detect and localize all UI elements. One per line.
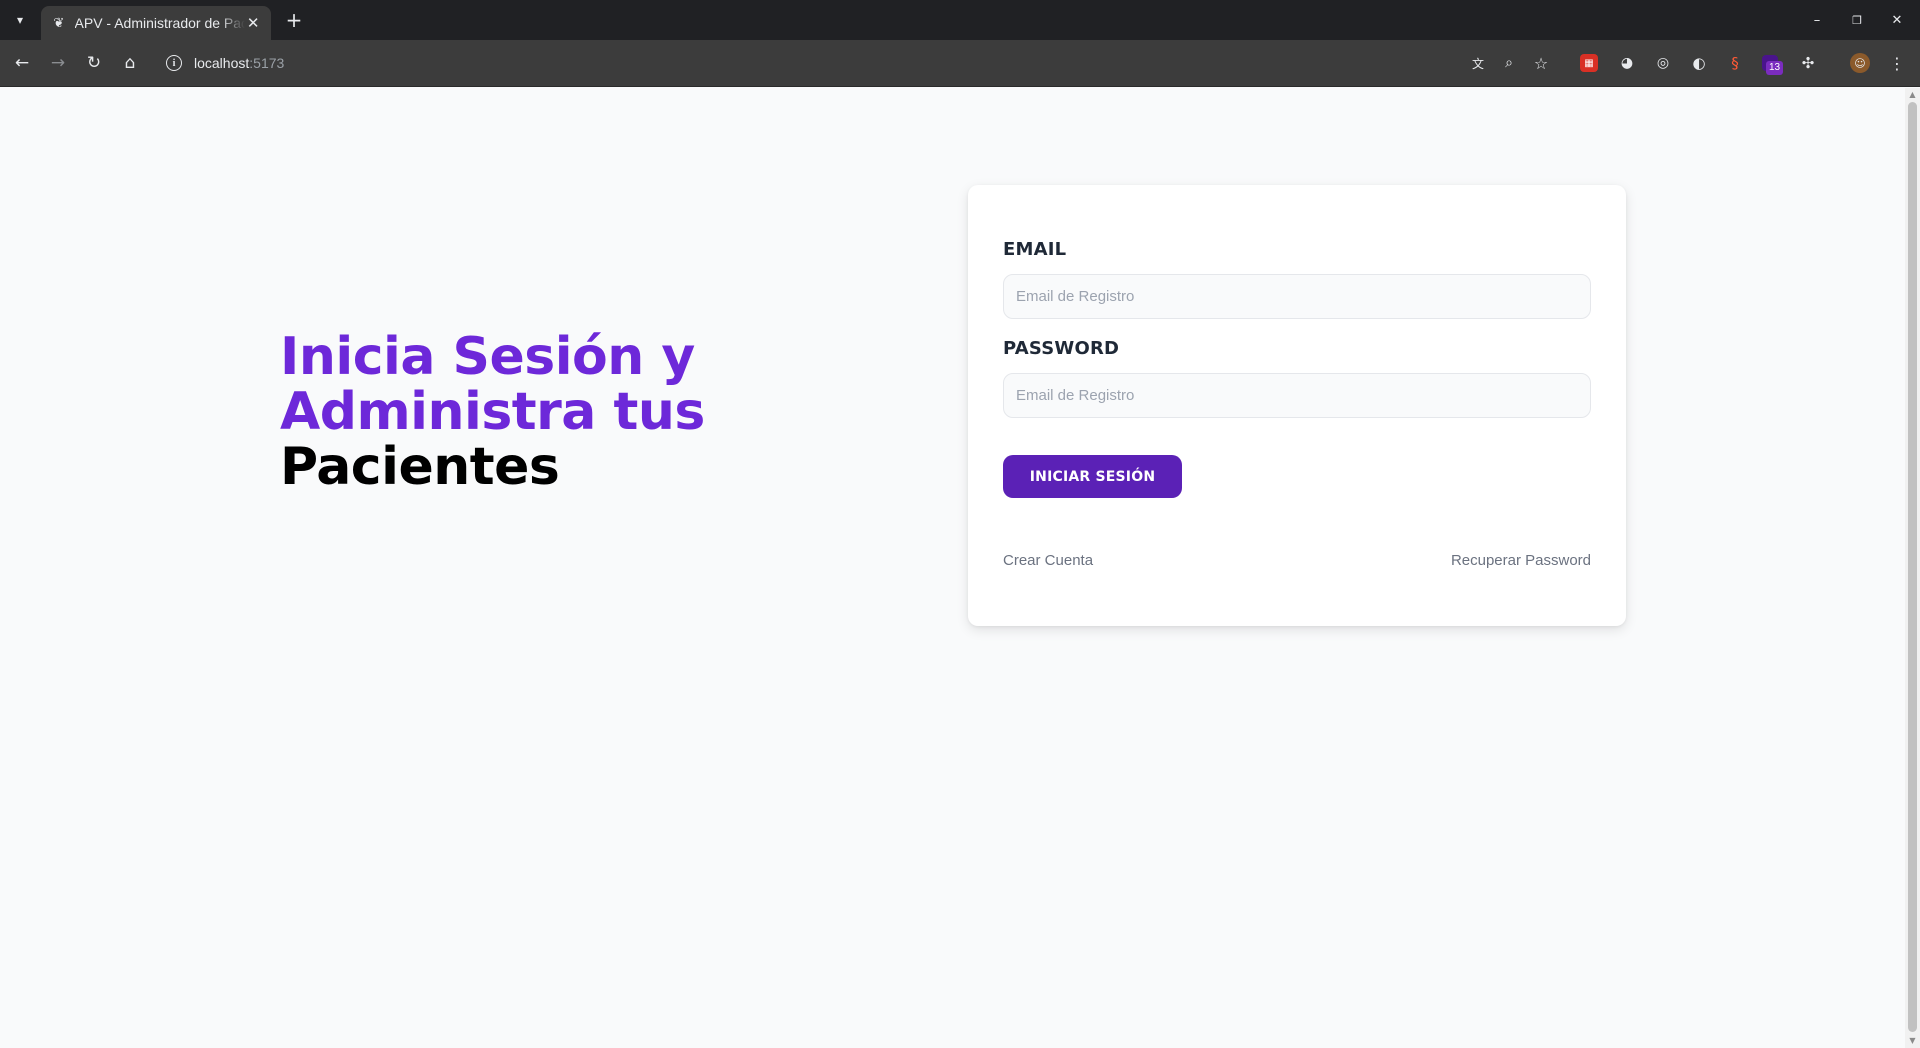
page-title: Inicia Sesión y Administra tus Pacientes [280,330,960,495]
home-button[interactable]: ⌂ [118,51,142,75]
login-button[interactable]: INICIAR SESIÓN [1003,455,1182,498]
hero-heading: Inicia Sesión y Administra tus Pacientes [280,330,960,495]
site-info-icon[interactable]: i [166,55,182,71]
page-scrollbar[interactable]: ▲ ▼ [1905,88,1920,1048]
minimize-window-button[interactable]: – [1805,8,1829,32]
forward-button[interactable]: → [46,51,70,75]
browser-menu-icon[interactable]: ⋮ [1886,52,1908,74]
extension-svelte-icon[interactable]: § [1724,52,1746,74]
password-label: PASSWORD [1003,338,1120,359]
tab-search-button[interactable]: ▾ [8,8,32,32]
new-tab-button[interactable]: + [282,8,306,32]
translate-icon[interactable]: 文 [1467,52,1489,74]
close-tab-icon[interactable]: ✕ [245,14,261,32]
tab-strip: ▾ ❦ APV - Administrador de Pacientes ✕ +… [0,0,1920,40]
url-host: localhost [194,55,250,71]
extensions-puzzle-icon[interactable]: ✣ [1797,52,1819,74]
profile-avatar[interactable]: ☺ [1850,53,1870,73]
email-input[interactable] [1003,274,1591,319]
scrollbar-thumb[interactable] [1908,102,1917,1032]
back-button[interactable]: ← [10,51,34,75]
active-tab[interactable]: ❦ APV - Administrador de Pacientes ✕ [41,6,271,40]
restore-window-button[interactable]: ❐ [1845,8,1869,32]
reload-button[interactable]: ↻ [82,51,106,75]
scroll-up-arrow-icon[interactable]: ▲ [1908,90,1917,99]
password-input[interactable] [1003,373,1591,418]
zoom-icon[interactable]: ⌕ [1498,52,1520,74]
address-bar[interactable]: i localhost:5173 [160,45,1430,81]
scroll-down-arrow-icon[interactable]: ▼ [1908,1036,1917,1045]
bookmark-star-icon[interactable]: ☆ [1530,52,1552,74]
extension-circle-icon[interactable]: ◐ [1688,52,1710,74]
title-purple-part: Inicia Sesión y Administra tus [280,327,705,442]
close-window-button[interactable]: ✕ [1885,8,1909,32]
favicon-icon: ❦ [53,15,65,31]
extension-target-icon[interactable]: ◎ [1652,52,1674,74]
extension-red-icon[interactable]: ▦ [1580,54,1598,72]
extension-badge: 13 [1766,61,1784,75]
recover-password-link[interactable]: Recuperar Password [1451,552,1591,569]
extension-face-icon[interactable]: ◕ [1616,52,1638,74]
tab-title: APV - Administrador de Pacientes [74,15,246,31]
create-account-link[interactable]: Crear Cuenta [1003,552,1093,569]
url-port: :5173 [249,55,285,71]
title-dark-part: Pacientes [280,437,560,497]
login-card: EMAIL PASSWORD INICIAR SESIÓN Crear Cuen… [968,185,1626,626]
email-label: EMAIL [1003,239,1067,260]
